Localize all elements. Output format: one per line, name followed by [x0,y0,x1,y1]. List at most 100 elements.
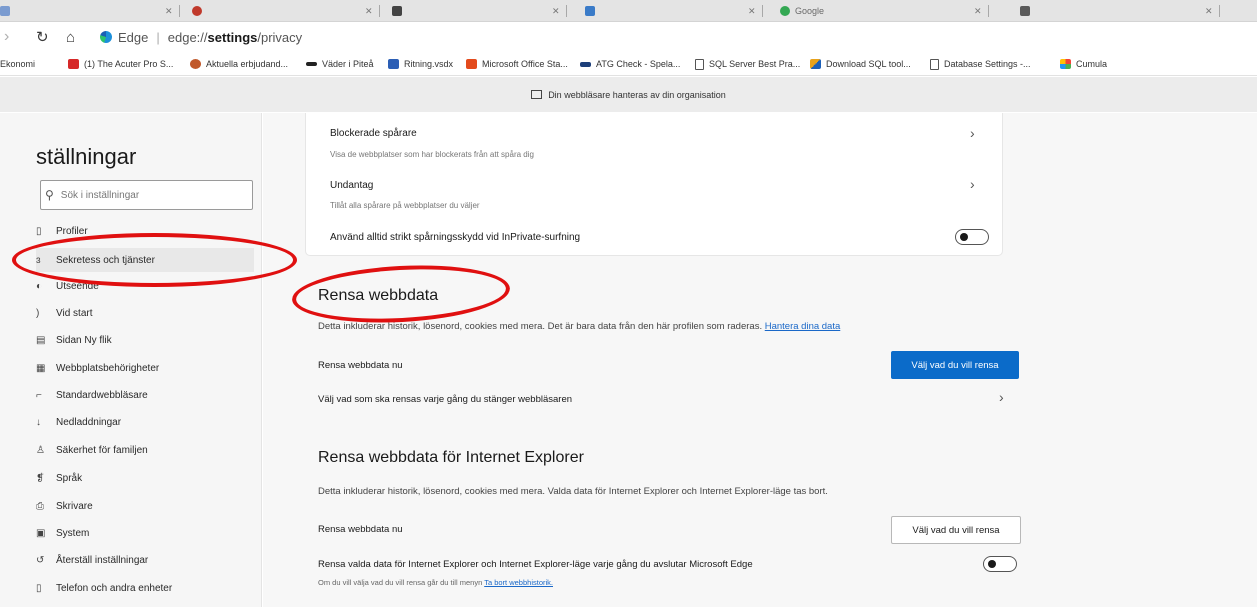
manage-data-link[interactable]: Hantera dina data [765,321,841,332]
settings-search[interactable]: ⚲ [40,180,253,210]
refresh-icon[interactable]: ↻ [36,28,49,46]
printer-icon: ⎙ [36,500,44,512]
page-icon [930,58,939,70]
sidebar-item-system[interactable]: ▣ System [36,521,254,545]
favorite-item[interactable]: Database Settings -... [930,52,1031,75]
atg-icon [580,61,591,67]
favorite-item[interactable]: SQL Server Best Pra... [695,52,800,75]
newtab-icon: ▤ [36,334,46,346]
system-icon: ▣ [36,527,46,539]
weather-icon [306,62,317,66]
browser-tab[interactable]: ✕ [585,0,769,21]
clear-data-desc: Detta inkluderar historik, lösenord, coo… [318,321,841,332]
browser-tab[interactable]: ✕ [0,0,186,21]
language-icon: ❡ [36,472,45,484]
tab-strip: ✕ ✕ ✕ ✕ Google ✕ ✕ [0,0,1257,22]
clear-ie-on-exit-desc: Om du vill välja vad du vill rensa går d… [318,578,553,587]
google-icon [780,6,790,16]
favorite-item[interactable]: Aktuella erbjudand... [190,52,288,75]
browser-tab[interactable]: Google ✕ [780,0,995,21]
close-tab-icon[interactable]: ✕ [165,6,173,17]
sidebar-item-site-permissions[interactable]: ▦ Webbplatsbehörigheter [36,356,254,380]
choose-what-to-clear-button[interactable]: Välj vad du vill rensa [891,351,1019,379]
clear-on-close-label[interactable]: Välj vad som ska rensas varje gång du st… [318,394,572,405]
clear-data-title: Rensa webbdata [318,287,439,304]
sidebar-item-downloads[interactable]: ↓ Nedladdningar [36,410,254,434]
chevron-right-icon[interactable]: › [970,125,975,141]
tab-favicon-icon [585,6,595,16]
strict-inprivate-title: Använd alltid strikt spårningsskydd vid … [330,232,581,243]
close-tab-icon[interactable]: ✕ [365,6,373,17]
lock-icon: ɜ [36,254,41,266]
default-browser-icon: ⌐ [36,389,42,401]
tab-favicon-icon [1020,6,1030,16]
url-field[interactable]: Edge | edge://settings/privacy [100,30,302,45]
strict-inprivate-toggle[interactable] [955,229,989,245]
chevron-right-icon[interactable]: › [970,176,975,192]
delete-history-link[interactable]: Ta bort webbhistorik. [484,578,553,587]
sidebar-item-family[interactable]: ♙ Säkerhet för familjen [36,438,254,462]
building-icon [531,90,543,99]
sidebar-item-reset[interactable]: ↺ Återställ inställningar [36,548,254,572]
search-input[interactable] [60,189,231,201]
favorite-item[interactable]: Ekonomi [0,52,35,75]
exceptions-title[interactable]: Undantag [330,180,373,191]
blocked-trackers-title[interactable]: Blockerade spårare [330,128,417,139]
close-tab-icon[interactable]: ✕ [1205,6,1213,17]
browser-tab[interactable]: ✕ [192,0,386,21]
back-icon[interactable]: › [4,28,9,46]
site-permissions-icon: ▦ [36,362,46,374]
sidebar-item-privacy[interactable]: ɜ Sekretess och tjänster [36,248,254,272]
sidebar-item-language[interactable]: ❡ Språk [36,466,254,490]
close-tab-icon[interactable]: ✕ [748,6,756,17]
sidebar-item-newtab[interactable]: ▤ Sidan Ny flik [36,328,254,352]
favorite-item[interactable]: Ritning.vsdx [388,52,453,75]
cumulus-icon [1060,59,1071,69]
choose-what-to-clear-ie-button[interactable]: Välj vad du vill rensa [891,516,1021,544]
download-tool-icon [810,59,821,69]
clear-ie-desc: Detta inkluderar historik, lösenord, coo… [318,486,828,497]
close-tab-icon[interactable]: ✕ [974,6,982,17]
sidebar-item-startup[interactable]: ) Vid start [36,301,254,325]
url-text: edge://settings/privacy [167,29,303,45]
appearance-icon: ◐ [36,280,43,292]
youtube-icon [68,59,79,69]
home-icon[interactable]: ⌂ [66,29,75,46]
close-tab-icon[interactable]: ✕ [552,6,560,17]
reset-icon: ↺ [36,554,45,566]
exceptions-desc: Tillåt alla spårare på webbplatser du vä… [330,201,480,210]
edge-logo-icon [100,31,112,43]
offer-icon [190,59,201,69]
power-icon: ) [36,307,40,319]
sidebar-item-default-browser[interactable]: ⌐ Standardwebbläsare [36,383,254,407]
browser-tab[interactable]: ✕ [1020,0,1226,21]
chevron-right-icon[interactable]: › [999,389,1004,405]
sidebar-item-printer[interactable]: ⎙ Skrivare [36,494,254,518]
page-icon [695,58,704,70]
sidebar-item-phone[interactable]: ▯ Telefon och andra enheter [36,576,254,600]
download-icon: ↓ [36,416,41,428]
clear-ie-now-label: Rensa webbdata nu [318,524,403,535]
address-bar: › ↻ ⌂ Edge | edge://settings/privacy [0,22,1257,52]
favorites-bar: Ekonomi (1) The Acuter Pro S... Aktuella… [0,52,1257,76]
favorite-item[interactable]: Microsoft Office Sta... [466,52,568,75]
browser-tab[interactable]: ✕ [392,0,573,21]
favorite-item[interactable]: Cumula [1060,52,1107,75]
sidebar-item-appearance[interactable]: ◐ Utseende [36,274,254,298]
favorite-item[interactable]: Download SQL tool... [810,52,911,75]
managed-notice-bar: Din webbläsare hanteras av din organisat… [0,77,1257,112]
tab-label: Google [795,6,825,16]
clear-now-label: Rensa webbdata nu [318,360,403,371]
office-icon [466,59,477,69]
favorite-item[interactable]: Väder i Piteå [306,52,374,75]
tab-favicon-icon [192,6,202,16]
search-icon: ⚲ [45,188,54,202]
clear-ie-on-exit-toggle[interactable] [983,556,1017,572]
blocked-trackers-desc: Visa de webbplatser som har blockerats f… [330,150,534,159]
sidebar-item-profiler[interactable]: ▯ Profiler [36,219,254,243]
managed-notice-text: Din webbläsare hanteras av din organisat… [548,89,726,100]
favorite-item[interactable]: ATG Check - Spela... [580,52,680,75]
profile-icon: ▯ [36,225,42,237]
favorite-item[interactable]: (1) The Acuter Pro S... [68,52,173,75]
clear-ie-on-exit-label: Rensa valda data för Internet Explorer o… [318,559,753,570]
